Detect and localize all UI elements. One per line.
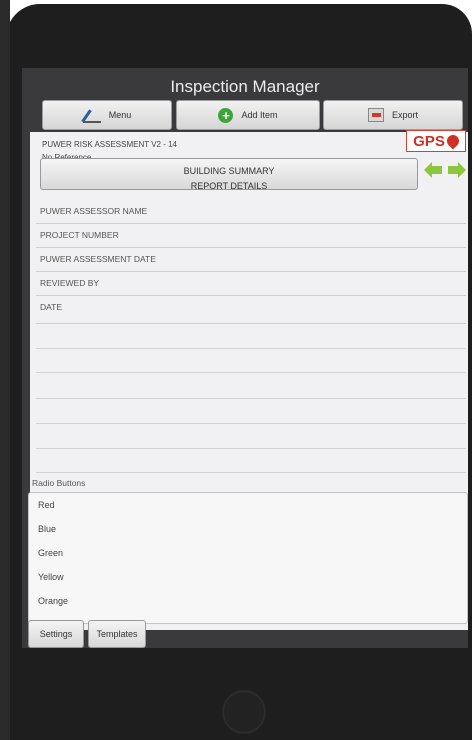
- menu-label: Menu: [108, 110, 132, 120]
- blank-row-line: [36, 448, 466, 449]
- app-title: Inspection Manager: [170, 77, 320, 96]
- radio-group-label: Radio Buttons: [32, 478, 86, 488]
- settings-label: Settings: [39, 629, 73, 639]
- date-field[interactable]: DATE: [36, 296, 466, 324]
- gps-label: GPS: [413, 132, 445, 150]
- settings-button[interactable]: Settings: [28, 620, 84, 648]
- export-button[interactable]: Export: [323, 100, 463, 130]
- assessment-date-label: PUWER ASSESSMENT DATE: [40, 254, 156, 264]
- add-item-label: Add Item: [241, 110, 278, 120]
- building-summary-button[interactable]: BUILDING SUMMARY REPORT DETAILS: [40, 158, 418, 191]
- project-number-label: PROJECT NUMBER: [40, 230, 119, 240]
- reviewed-by-label: REVIEWED BY: [40, 278, 100, 288]
- templates-label: Templates: [96, 629, 138, 639]
- gps-pin-icon: [444, 132, 462, 150]
- add-circle-icon: +: [218, 107, 234, 123]
- arrow-right-icon[interactable]: [448, 162, 466, 178]
- export-icon: [367, 108, 384, 122]
- add-item-button[interactable]: + Add Item: [176, 100, 320, 130]
- summary-line2: REPORT DETAILS: [190, 181, 268, 191]
- project-number-field[interactable]: PROJECT NUMBER: [36, 224, 466, 248]
- assessor-name-label: PUWER ASSESSOR NAME: [40, 206, 148, 216]
- pen-icon: [82, 107, 101, 123]
- assessor-name-field[interactable]: PUWER ASSESSOR NAME: [36, 200, 466, 224]
- blank-row-line: [36, 398, 466, 399]
- radio-option-red[interactable]: Red: [38, 500, 55, 510]
- reviewed-by-field[interactable]: REVIEWED BY: [36, 272, 466, 296]
- gps-button[interactable]: GPS: [406, 130, 466, 152]
- radio-option-yellow[interactable]: Yellow: [38, 572, 64, 582]
- arrow-left-icon[interactable]: [424, 162, 442, 178]
- report-title: PUWER RISK ASSESSMENT V2 - 14: [42, 140, 178, 149]
- date-label: DATE: [40, 302, 63, 312]
- blank-row-line: [36, 372, 466, 373]
- radio-group: [28, 492, 468, 624]
- radio-option-green[interactable]: Green: [38, 548, 63, 558]
- templates-button[interactable]: Templates: [88, 620, 146, 648]
- bezel-edge: [0, 0, 10, 740]
- radio-option-orange[interactable]: Orange: [38, 596, 68, 606]
- blank-row-line: [36, 472, 466, 473]
- blank-row-line: [36, 423, 466, 424]
- blank-row-line: [36, 348, 466, 349]
- summary-line1: BUILDING SUMMARY: [183, 166, 275, 176]
- radio-option-blue[interactable]: Blue: [38, 524, 56, 534]
- home-button[interactable]: [222, 690, 266, 734]
- assessment-date-field[interactable]: PUWER ASSESSMENT DATE: [36, 248, 466, 272]
- export-label: Export: [391, 110, 418, 120]
- menu-button[interactable]: Menu: [42, 100, 172, 130]
